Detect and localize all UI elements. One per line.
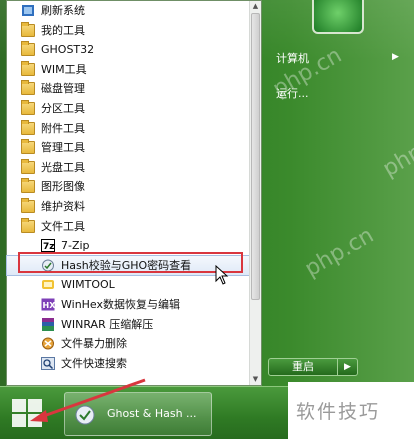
scroll-thumb[interactable] xyxy=(251,13,260,300)
program-item-label: Hash校验与GHO密码查看 xyxy=(61,258,192,272)
winrar-icon xyxy=(41,317,55,331)
computer-menu-item[interactable]: 计算机 xyxy=(276,50,309,66)
winhex-icon: HX xyxy=(41,298,56,311)
all-programs-list: 刷新系统我的工具 GHOST32 WIM工具磁盘管理分区工具附件工具管理工具光盘工具… xyxy=(6,0,262,386)
program-item-label: 文件工具 xyxy=(41,219,85,233)
program-item-label: 附件工具 xyxy=(41,121,85,135)
program-item[interactable]: 图形图像 xyxy=(7,177,249,197)
tool-icon xyxy=(21,21,35,37)
program-item-label: 刷新系统 xyxy=(41,4,85,17)
program-item-label: 光盘工具 xyxy=(41,160,85,174)
restart-button[interactable]: 重启 xyxy=(268,358,338,376)
program-items: 刷新系统我的工具 GHOST32 WIM工具磁盘管理分区工具附件工具管理工具光盘工具… xyxy=(6,1,250,374)
program-item-label: 管理工具 xyxy=(41,141,85,155)
program-item[interactable]: 附件工具 xyxy=(7,119,249,139)
program-item-label: 我的工具 xyxy=(41,23,85,37)
folder-icon xyxy=(21,217,35,233)
folder-icon xyxy=(21,99,35,115)
windows-start-icon[interactable] xyxy=(10,397,44,429)
svg-text:7z: 7z xyxy=(43,242,55,252)
program-item-label: GHOST32 xyxy=(41,43,95,57)
folder-icon xyxy=(21,158,35,174)
program-item[interactable]: HX WinHex数据恢复与编辑 xyxy=(7,295,249,315)
program-item[interactable]: 光盘工具 xyxy=(7,158,249,178)
scroll-up-icon[interactable]: ▲ xyxy=(250,1,261,12)
folder-icon xyxy=(21,119,35,135)
program-item[interactable]: 我的工具 xyxy=(7,21,249,41)
program-item[interactable]: 文件快速搜索 xyxy=(7,354,249,374)
program-item[interactable]: 维护资料 xyxy=(7,197,249,217)
program-item-label: 文件暴力删除 xyxy=(61,337,127,351)
delete-icon xyxy=(41,337,55,350)
program-item-label: 图形图像 xyxy=(41,180,85,194)
program-item-label: 分区工具 xyxy=(41,101,85,115)
program-item-label: WIMTOOL xyxy=(61,278,115,292)
folder-icon xyxy=(21,41,35,57)
hash-icon xyxy=(41,259,55,272)
program-item[interactable]: 管理工具 xyxy=(7,138,249,158)
ghost-hash-app-icon xyxy=(75,405,95,425)
program-item[interactable]: WINRAR 压缩解压 xyxy=(7,315,249,335)
program-item-label: 文件快速搜索 xyxy=(61,356,127,370)
program-item[interactable]: 分区工具 xyxy=(7,99,249,119)
search-icon xyxy=(41,356,55,370)
svg-text:HX: HX xyxy=(43,301,56,310)
program-item-label: WIM工具 xyxy=(41,62,87,76)
run-menu-item[interactable]: 运行... xyxy=(276,85,309,101)
watermark-caption: 软件技巧 xyxy=(296,401,381,423)
scroll-down-icon[interactable]: ▼ xyxy=(250,374,261,385)
program-item-label: WINRAR 压缩解压 xyxy=(61,317,154,331)
program-item[interactable]: 文件暴力删除 xyxy=(7,334,249,354)
vertical-scrollbar[interactable]: ▲ ▼ xyxy=(249,1,261,385)
folder-icon xyxy=(21,139,35,155)
shutdown-options-icon[interactable]: ▶ xyxy=(338,358,358,376)
folder-icon xyxy=(21,80,35,96)
program-item[interactable]: WIMTOOL xyxy=(7,275,249,295)
program-item[interactable]: GHOST32 xyxy=(7,40,249,60)
program-item[interactable]: WIM工具 xyxy=(7,60,249,80)
mouse-cursor-icon xyxy=(215,265,229,285)
folder-icon xyxy=(21,60,35,76)
folder-icon xyxy=(21,197,35,213)
program-item[interactable]: 刷新系统 xyxy=(7,1,249,21)
program-item-label: 维护资料 xyxy=(41,199,85,213)
wimtool-icon xyxy=(41,278,55,291)
7zip-icon: 7z xyxy=(41,239,55,253)
program-item-label: WinHex数据恢复与编辑 xyxy=(61,297,181,311)
program-item[interactable]: 7z 7-Zip xyxy=(7,236,249,256)
program-item-label: 7-Zip xyxy=(61,239,90,253)
folder-icon xyxy=(21,178,35,194)
user-picture-icon[interactable] xyxy=(312,0,364,34)
program-item[interactable]: 文件工具 xyxy=(7,217,249,237)
program-item[interactable]: Hash校验与GHO密码查看 xyxy=(6,254,250,277)
submenu-arrow-icon: ▶ xyxy=(392,52,399,62)
program-item[interactable]: 磁盘管理 xyxy=(7,79,249,99)
refresh-icon xyxy=(21,4,35,17)
program-item-label: 磁盘管理 xyxy=(41,82,85,96)
